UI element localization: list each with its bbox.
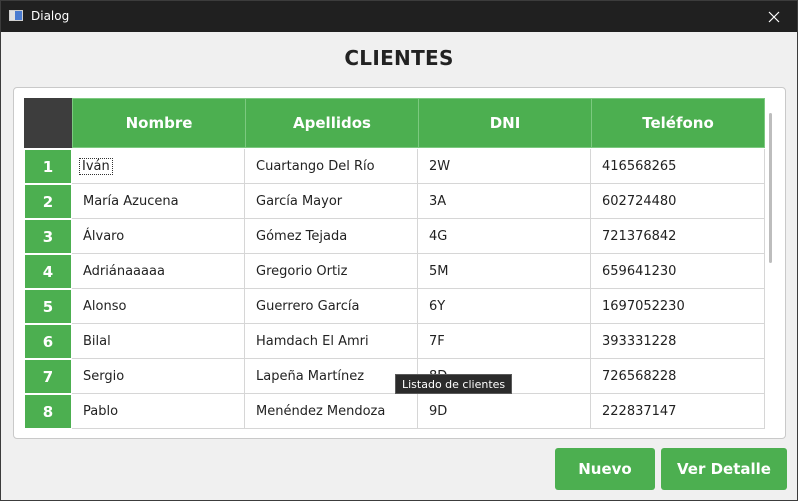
- table-corner[interactable]: [24, 98, 72, 148]
- tooltip: Listado de clientes: [395, 374, 513, 394]
- page-title: CLIENTES: [344, 46, 454, 70]
- cell-nombre[interactable]: Pablo: [72, 394, 245, 429]
- column-header-telefono[interactable]: Teléfono: [591, 98, 765, 148]
- cell-nombre[interactable]: María Azucena: [72, 184, 245, 219]
- close-button[interactable]: [751, 1, 797, 32]
- close-icon: [768, 11, 780, 22]
- cell-telefono[interactable]: 393331228: [591, 324, 765, 359]
- row-header-8[interactable]: 8: [24, 394, 72, 429]
- cell-telefono[interactable]: 602724480: [591, 184, 765, 219]
- cell-nombre[interactable]: Bilal: [72, 324, 245, 359]
- cell-dni[interactable]: 6Y: [418, 289, 591, 324]
- cell-apellidos[interactable]: Hamdach El Amri: [245, 324, 418, 359]
- cell-nombre[interactable]: Álvaro: [72, 219, 245, 254]
- cell-telefono[interactable]: 416568265: [591, 149, 765, 184]
- row-header-6[interactable]: 6: [24, 324, 72, 359]
- cell-dni[interactable]: 5M: [418, 254, 591, 289]
- row-header-5[interactable]: 5: [24, 289, 72, 324]
- cell-apellidos[interactable]: García Mayor: [245, 184, 418, 219]
- cell-telefono[interactable]: 222837147: [591, 394, 765, 429]
- cell-apellidos[interactable]: Menéndez Mendoza: [245, 394, 418, 429]
- cell-nombre[interactable]: Iván: [72, 149, 245, 184]
- cell-nombre[interactable]: Alonso: [72, 289, 245, 324]
- column-header-apellidos[interactable]: Apellidos: [245, 98, 419, 148]
- ver-detalle-button[interactable]: Ver Detalle: [661, 448, 787, 490]
- cell-apellidos[interactable]: Gómez Tejada: [245, 219, 418, 254]
- column-header-nombre[interactable]: Nombre: [72, 98, 246, 148]
- row-header-7[interactable]: 7: [24, 359, 72, 394]
- vertical-scrollbar[interactable]: [769, 113, 772, 263]
- cell-dni[interactable]: 9D: [418, 394, 591, 429]
- cell-dni[interactable]: 3A: [418, 184, 591, 219]
- cell-apellidos[interactable]: Lapeña Martínez: [245, 359, 418, 394]
- cell-telefono[interactable]: 659641230: [591, 254, 765, 289]
- nuevo-button[interactable]: Nuevo: [555, 448, 655, 490]
- row-header-3[interactable]: 3: [24, 219, 72, 254]
- cell-dni[interactable]: 4G: [418, 219, 591, 254]
- title-bar[interactable]: Dialog: [1, 1, 797, 32]
- cell-nombre[interactable]: Sergio: [72, 359, 245, 394]
- row-header-2[interactable]: 2: [24, 184, 72, 219]
- cell-telefono[interactable]: 721376842: [591, 219, 765, 254]
- cell-text: Iván: [79, 157, 113, 175]
- cell-dni[interactable]: 2W: [418, 149, 591, 184]
- row-header-4[interactable]: 4: [24, 254, 72, 289]
- window-title: Dialog: [31, 9, 70, 23]
- cell-telefono[interactable]: 726568228: [591, 359, 765, 394]
- cell-dni[interactable]: 7F: [418, 324, 591, 359]
- row-header-1[interactable]: 1: [24, 149, 72, 184]
- cell-apellidos[interactable]: Guerrero García: [245, 289, 418, 324]
- cell-apellidos[interactable]: Gregorio Ortiz: [245, 254, 418, 289]
- dialog-window-icon: [9, 10, 23, 21]
- column-header-dni[interactable]: DNI: [418, 98, 592, 148]
- dialog-window: Dialog CLIENTES Nombre Apellidos DNI Tel…: [0, 0, 798, 501]
- cell-nombre[interactable]: Adriánaaaaa: [72, 254, 245, 289]
- cell-apellidos[interactable]: Cuartango Del Río: [245, 149, 418, 184]
- cell-telefono[interactable]: 1697052230: [591, 289, 765, 324]
